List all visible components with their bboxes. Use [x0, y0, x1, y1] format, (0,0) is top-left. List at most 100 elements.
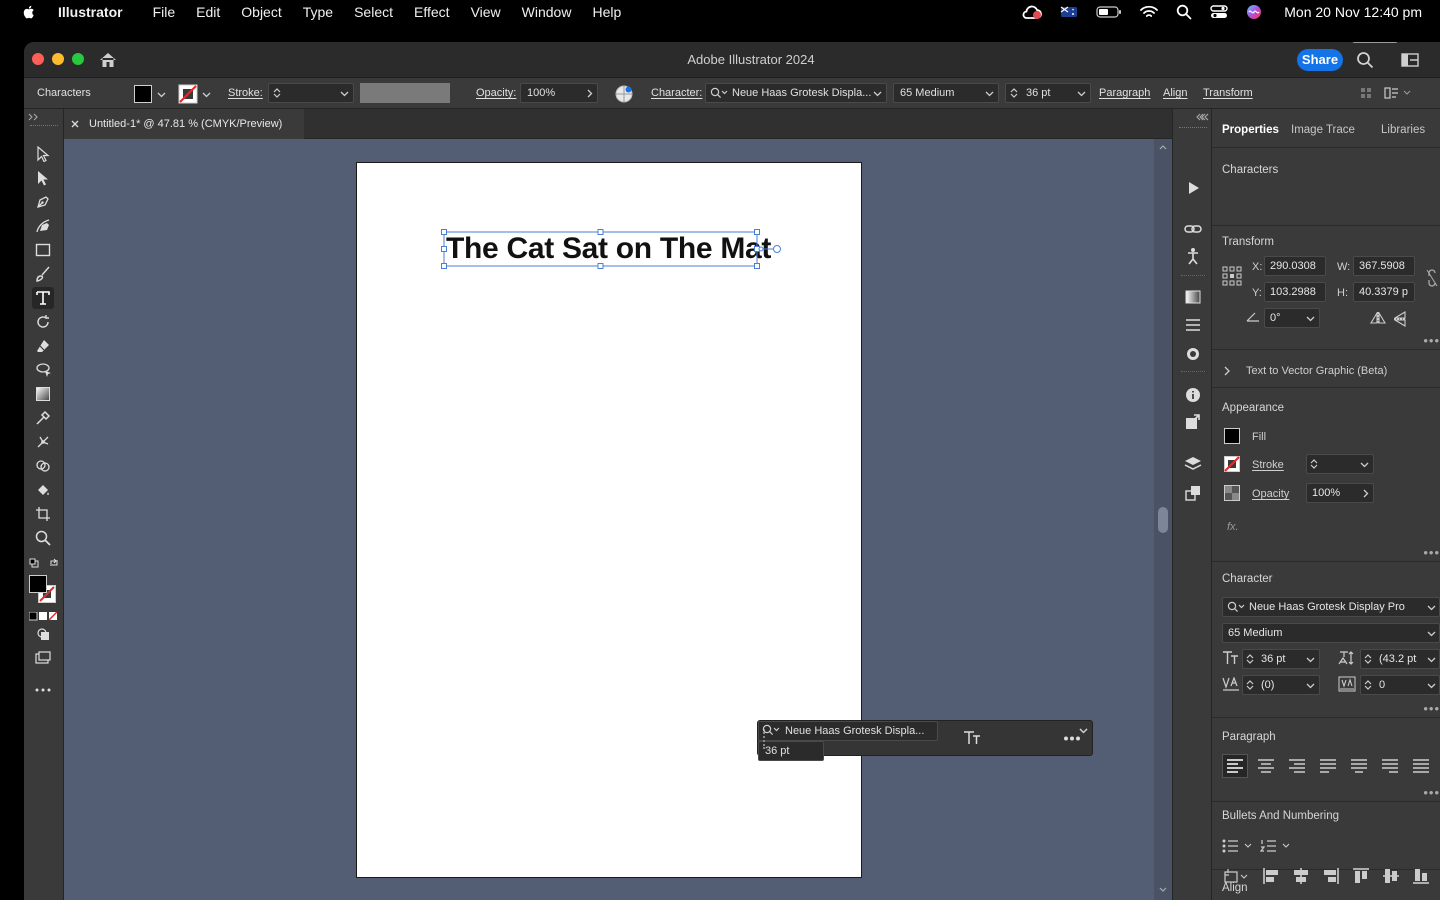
opacity-label[interactable]: Opacity: — [476, 87, 516, 99]
variable-width-profile[interactable] — [360, 83, 450, 103]
justify-center-icon[interactable] — [1350, 759, 1368, 773]
opacity-label[interactable]: Opacity — [1252, 488, 1289, 500]
leading-value[interactable]: (43.2 pt — [1379, 653, 1416, 665]
chevron-down-icon[interactable] — [985, 89, 994, 98]
contextual-font-family-field[interactable]: Neue Haas Grotesk Displa... — [758, 721, 1088, 741]
menu-type[interactable]: Type — [303, 4, 333, 20]
screen-mode-tool[interactable] — [32, 647, 54, 669]
default-colors-icon[interactable] — [29, 558, 39, 568]
pen-tool[interactable] — [32, 191, 54, 213]
artboard[interactable]: The Cat Sat on The Mat — [356, 162, 862, 878]
tab-image-trace[interactable]: Image Trace — [1291, 124, 1355, 136]
text-selection-bounding-box[interactable] — [441, 229, 781, 269]
menu-select[interactable]: Select — [354, 4, 393, 20]
font-size-field[interactable]: 36 pt — [1242, 649, 1320, 669]
align-left-button[interactable] — [1222, 754, 1248, 778]
tab-properties[interactable]: Properties — [1222, 124, 1279, 136]
menu-effect[interactable]: Effect — [414, 4, 450, 20]
font-family-field[interactable]: Neue Haas Grotesk Display Pro — [1222, 597, 1440, 617]
menu-edit[interactable]: Edit — [196, 4, 220, 20]
opacity-field[interactable]: 100% — [520, 83, 598, 103]
transform-link[interactable]: Transform — [1203, 87, 1253, 99]
dock-stroke[interactable] — [1183, 315, 1203, 335]
panel-gripper[interactable] — [30, 125, 58, 127]
stroke-weight-field[interactable] — [268, 83, 354, 103]
constrain-proportions-icon[interactable] — [1426, 269, 1438, 287]
stepper-icon[interactable] — [1310, 458, 1318, 470]
contextual-font-family-value[interactable]: Neue Haas Grotesk Displa... — [785, 725, 924, 737]
chevron-right-icon[interactable] — [1224, 366, 1231, 376]
align-horizontal-centers-icon[interactable] — [1292, 867, 1310, 885]
canvas-area[interactable]: The Cat Sat on The Mat Neue Haas Grotesk — [64, 139, 1172, 900]
direct-selection-tool[interactable] — [32, 167, 54, 189]
stroke-weight-field[interactable] — [1306, 454, 1374, 474]
tracking-field[interactable]: 0 — [1360, 675, 1440, 695]
kerning-field[interactable]: (0) — [1242, 675, 1320, 695]
scroll-thumb[interactable] — [1158, 507, 1168, 533]
scroll-up-icon[interactable] — [1159, 144, 1167, 150]
menu-view[interactable]: View — [471, 4, 501, 20]
more-options-icon[interactable]: ••• — [1423, 785, 1440, 800]
kerning-value[interactable]: (0) — [1261, 679, 1274, 691]
chevron-down-icon[interactable] — [1306, 681, 1315, 690]
stroke-none-swatch-icon[interactable] — [178, 84, 198, 104]
eraser-tool[interactable] — [32, 335, 54, 357]
chevron-right-icon[interactable] — [586, 89, 594, 98]
artboard-tool[interactable] — [32, 503, 54, 525]
isolate-icon[interactable] — [1360, 87, 1372, 99]
tab-libraries[interactable]: Libraries — [1381, 124, 1425, 136]
align-to-icon[interactable] — [1224, 868, 1250, 884]
stroke-label[interactable]: Stroke — [1252, 459, 1284, 471]
recolor-artwork-icon[interactable] — [614, 84, 634, 104]
chevron-down-icon[interactable] — [1306, 314, 1315, 323]
font-family-field[interactable]: Neue Haas Grotesk Displa... — [705, 83, 887, 103]
document-tab[interactable]: Untitled-1* @ 47.81 % (CMYK/Preview) — [64, 109, 304, 139]
contextual-font-size-field[interactable]: 36 pt — [758, 728, 1088, 761]
dock-asset-export[interactable] — [1183, 412, 1203, 432]
swap-colors-icon[interactable] — [49, 558, 59, 568]
collapse-dock-icon[interactable] — [1196, 113, 1206, 121]
stroke-none-swatch-icon[interactable] — [1224, 456, 1240, 472]
apple-icon[interactable] — [20, 3, 38, 21]
align-center-icon[interactable] — [1257, 759, 1275, 773]
dock-puppet[interactable] — [1183, 246, 1203, 266]
font-size-value[interactable]: 36 pt — [1026, 87, 1050, 99]
font-style-field[interactable]: 65 Medium — [1222, 623, 1440, 643]
rotate-value[interactable]: 0° — [1270, 312, 1281, 324]
color-mode-icons[interactable] — [29, 612, 57, 621]
font-size-value[interactable]: 36 pt — [1261, 653, 1285, 665]
align-link[interactable]: Align — [1163, 87, 1187, 99]
contextual-font-size-value[interactable]: 36 pt — [765, 745, 789, 757]
shape-builder-tool[interactable] — [32, 455, 54, 477]
chevron-down-icon[interactable] — [1306, 655, 1315, 664]
bullets-list-icon[interactable] — [1222, 839, 1254, 853]
dock-layers[interactable] — [1183, 454, 1203, 474]
rectangle-tool[interactable] — [32, 239, 54, 261]
flip-vertical-icon[interactable] — [1394, 311, 1406, 327]
dock-actions[interactable] — [1183, 178, 1203, 198]
edit-toolbar-button[interactable] — [32, 679, 54, 701]
menubar-clock[interactable]: Mon 20 Nov 12:40 pm — [1284, 4, 1422, 20]
fx-button[interactable]: fx. — [1227, 521, 1239, 533]
creative-cloud-icon[interactable] — [1020, 4, 1043, 20]
more-options-icon[interactable]: ••• — [1423, 701, 1440, 716]
align-top-edges-icon[interactable] — [1352, 867, 1370, 885]
chevron-down-icon[interactable] — [1427, 655, 1436, 664]
chevron-down-icon[interactable] — [1427, 629, 1436, 638]
menu-window[interactable]: Window — [522, 4, 572, 20]
font-style-value[interactable]: 65 Medium — [900, 87, 954, 99]
spotlight-search-icon[interactable] — [1176, 4, 1192, 20]
stepper-icon[interactable] — [1246, 653, 1254, 665]
chevron-down-icon[interactable] — [340, 89, 349, 98]
y-field[interactable]: 103.2988 — [1264, 282, 1326, 302]
close-tab-icon[interactable] — [71, 120, 79, 128]
w-field[interactable]: 367.5908 — [1353, 256, 1415, 276]
draw-mode-tool[interactable] — [32, 623, 54, 645]
align-left-edges-icon[interactable] — [1262, 867, 1280, 885]
stepper-icon[interactable] — [1010, 87, 1018, 99]
control-center-icon[interactable] — [1210, 4, 1228, 20]
siri-icon[interactable] — [1246, 4, 1262, 20]
workspace-switcher-icon[interactable] — [1401, 53, 1419, 67]
paintbrush-tool[interactable] — [32, 263, 54, 285]
stepper-icon[interactable] — [1246, 679, 1254, 691]
